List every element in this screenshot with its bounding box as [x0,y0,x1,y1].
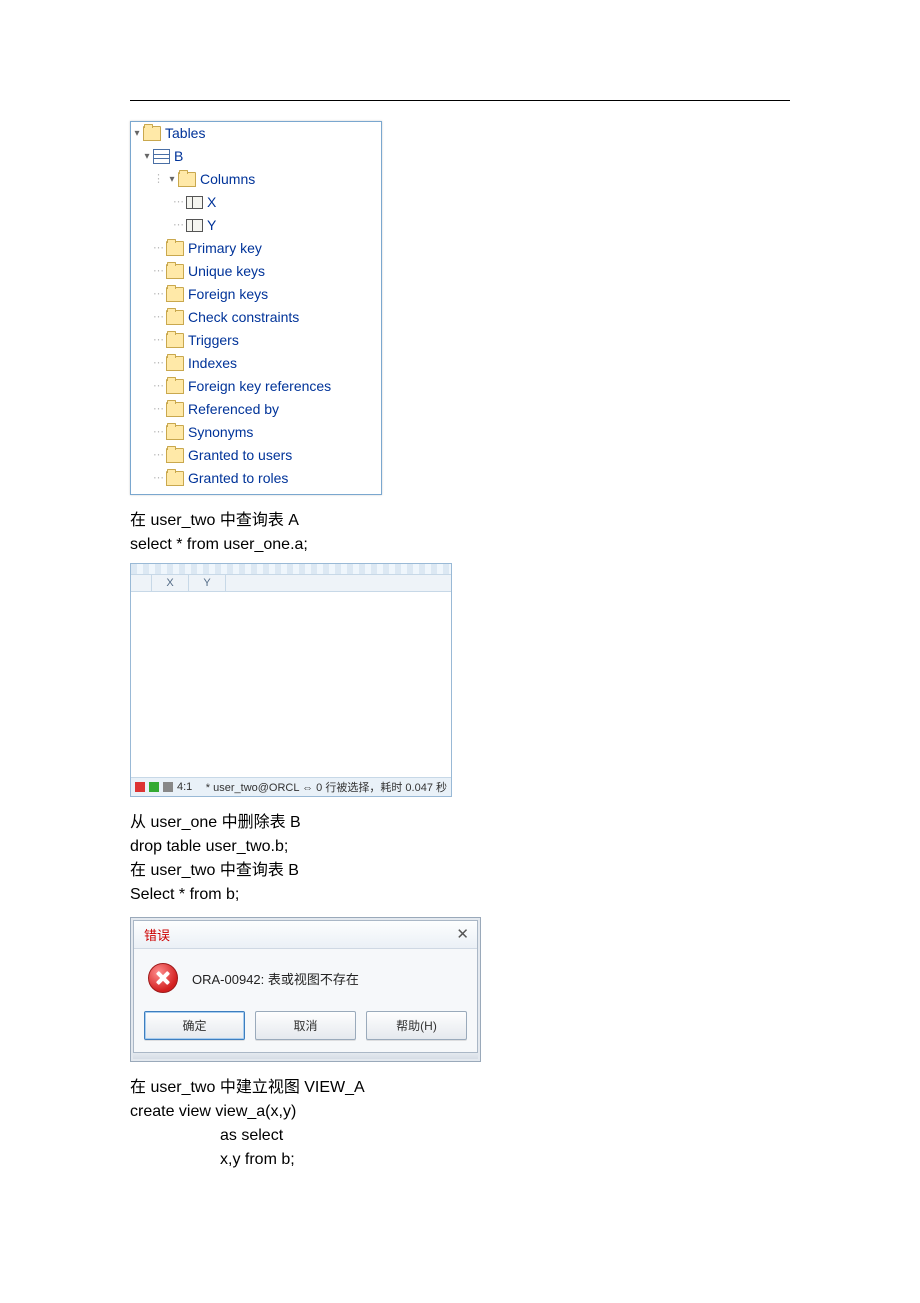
close-icon[interactable]: ✕ [456,927,469,942]
dialog-shadow [133,1053,478,1059]
grid-toolbar [131,564,451,575]
text-line: select * from user_one.a; [130,533,790,557]
tree-label: X [207,191,216,214]
folder-icon [166,471,184,486]
folder-icon [166,448,184,463]
page-top-rule [130,100,790,101]
text-line: x,y from b; [130,1148,790,1172]
tree-label: Foreign key references [188,375,331,398]
result-grid-panel: X Y 4:1 * user_two@ORCL ⇔ 0 行被选择，耗时 0.04… [130,563,452,797]
text-line: 从 user_one 中删除表 B [130,811,790,835]
tree-label: Synonyms [188,421,253,444]
help-button[interactable]: 帮助(H) [366,1011,467,1040]
status-text: * user_two@ORCL ⇔ 0 行被选择，耗时 0.047 秒 [206,779,447,795]
folder-icon [166,425,184,440]
cancel-button[interactable]: 取消 [255,1011,356,1040]
tree-node-granted-to-users[interactable]: ⋯ Granted to users [131,444,377,467]
status-indicator-icon [163,782,173,792]
folder-icon [166,264,184,279]
column-icon [186,196,203,209]
folder-icon [166,356,184,371]
folder-icon [166,287,184,302]
tree-node-column-x[interactable]: ⋯ X [131,191,377,214]
text-line: as select [130,1124,790,1148]
status-indicator-icon [149,782,159,792]
tree-label: Primary key [188,237,262,260]
tree-label: Granted to roles [188,467,288,490]
dialog-titlebar: 错误 ✕ [134,921,477,949]
tree-node-indexes[interactable]: ⋯ Indexes [131,352,377,375]
tree-node-column-y[interactable]: ⋯ Y [131,214,377,237]
status-indicator-icon [135,782,145,792]
tree-label: Columns [200,168,255,191]
text-line: 在 user_two 中建立视图 VIEW_A [130,1076,790,1100]
error-dialog: 错误 ✕ ORA-00942: 表或视图不存在 确定 取消 帮助(H) [133,920,478,1053]
button-label: 帮助(H) [396,1019,437,1033]
caret-down-icon: ▾ [141,145,153,168]
paragraph: 在 user_two 中建立视图 VIEW_A create view view… [130,1076,790,1172]
tree-label: Y [207,214,216,237]
tree-node-unique-keys[interactable]: ⋯ Unique keys [131,260,377,283]
text-line: Select * from b; [130,883,790,907]
tree-label: Tables [165,122,205,145]
text-line: 在 user_two 中查询表 A [130,509,790,533]
text-line: create view view_a(x,y) [130,1100,790,1124]
object-tree-panel: ▾ Tables ▾ B ⋮ ▾ Columns ⋯ X [130,121,382,495]
folder-icon [166,379,184,394]
grid-column-x[interactable]: X [152,575,189,591]
folder-icon [166,310,184,325]
error-dialog-frame: 错误 ✕ ORA-00942: 表或视图不存在 确定 取消 帮助(H) [130,917,481,1062]
tree-label: Indexes [188,352,237,375]
tree-label: Referenced by [188,398,279,421]
tree-node-triggers[interactable]: ⋯ Triggers [131,329,377,352]
grid-status-bar: 4:1 * user_two@ORCL ⇔ 0 行被选择，耗时 0.047 秒 [131,777,451,796]
tree-node-foreign-keys[interactable]: ⋯ Foreign keys [131,283,377,306]
tree-label: B [174,145,183,168]
tree-label: Triggers [188,329,239,352]
grid-header: X Y [131,575,451,592]
text-line: drop table user_two.b; [130,835,790,859]
grid-column-y[interactable]: Y [189,575,226,591]
folder-icon [166,241,184,256]
tree-node-table-b[interactable]: ▾ B [131,145,377,168]
tree-node-foreign-key-references[interactable]: ⋯ Foreign key references [131,375,377,398]
folder-icon [143,126,161,141]
ok-button[interactable]: 确定 [144,1011,245,1040]
caret-down-icon: ▾ [131,122,143,145]
tree-node-primary-key[interactable]: ⋯ Primary key [131,237,377,260]
tree-node-granted-to-roles[interactable]: ⋯ Granted to roles [131,467,377,490]
paragraph: 在 user_two 中查询表 A select * from user_one… [130,509,790,557]
table-icon [153,149,170,164]
folder-icon [166,333,184,348]
tree-label: Unique keys [188,260,265,283]
tree-node-tables[interactable]: ▾ Tables [131,122,377,145]
tree-label: Foreign keys [188,283,268,306]
caret-down-icon: ▾ [166,168,178,191]
folder-icon [166,402,184,417]
tree-node-synonyms[interactable]: ⋯ Synonyms [131,421,377,444]
grid-row-selector[interactable] [131,575,152,591]
error-icon [148,963,178,993]
tree-label: Check constraints [188,306,299,329]
button-label: 确定 [182,1019,206,1033]
tree-node-check-constraints[interactable]: ⋯ Check constraints [131,306,377,329]
grid-body[interactable] [131,592,451,777]
column-icon [186,219,203,232]
dialog-title-text: 错误 [144,925,170,944]
cursor-position: 4:1 [177,781,192,793]
text-line: 在 user_two 中查询表 B [130,859,790,883]
tree-label: Granted to users [188,444,292,467]
folder-icon [178,172,196,187]
dialog-message: ORA-00942: 表或视图不存在 [192,969,359,988]
tree-node-columns[interactable]: ⋮ ▾ Columns [131,168,377,191]
button-label: 取消 [293,1019,317,1033]
paragraph: 从 user_one 中删除表 B drop table user_two.b;… [130,811,790,907]
tree-node-referenced-by[interactable]: ⋯ Referenced by [131,398,377,421]
